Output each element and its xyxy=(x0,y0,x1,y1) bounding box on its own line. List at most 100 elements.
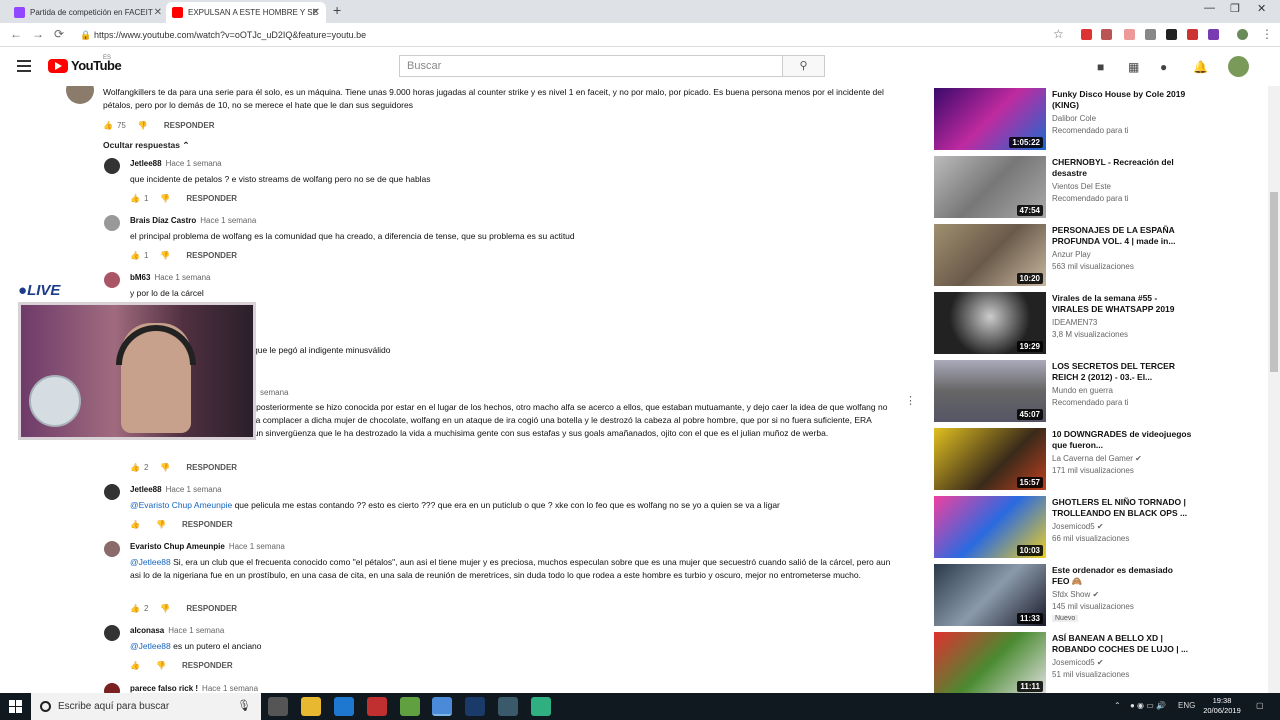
thumbs-up-icon[interactable]: 👍 xyxy=(103,121,113,130)
video-title[interactable]: PERSONAJES DE LA ESPAÑA PROFUNDA VOL. 4 … xyxy=(1052,225,1192,247)
tab-faceit[interactable]: Partida de competición en FACEIT ✕ xyxy=(8,2,168,23)
app-icon[interactable] xyxy=(367,697,387,716)
mention-link[interactable]: @Jetlee88 xyxy=(130,557,171,567)
video-thumbnail[interactable]: 10:20 xyxy=(934,224,1046,286)
menu-dots-icon[interactable]: ⋮ xyxy=(1261,27,1273,41)
video-title[interactable]: ASÍ BANEAN A BELLO XD | ROBANDO COCHES D… xyxy=(1052,633,1192,655)
channel-name[interactable]: La Caverna del Gamer ✔ xyxy=(1052,454,1142,463)
thumbs-up-icon[interactable]: 👍 xyxy=(130,251,140,260)
channel-name[interactable]: Vientos Del Este xyxy=(1052,182,1111,191)
minimize-icon[interactable]: — xyxy=(1204,2,1215,14)
video-title[interactable]: Funky Disco House by Cole 2019 (KING) xyxy=(1052,89,1192,111)
reply-button[interactable]: RESPONDER xyxy=(182,520,233,529)
avatar[interactable] xyxy=(104,158,120,174)
language-indicator[interactable]: ENG xyxy=(1178,701,1195,710)
file-explorer-icon[interactable] xyxy=(301,697,321,716)
channel-name[interactable]: Josemicod5 ✔ xyxy=(1052,658,1104,667)
thumbs-down-icon[interactable]: 👎 xyxy=(160,194,170,203)
back-icon[interactable]: ← xyxy=(10,27,22,41)
video-title[interactable]: GHOTLERS EL NIÑO TORNADO | TROLLEANDO EN… xyxy=(1052,497,1192,519)
video-thumbnail[interactable]: 45:07 xyxy=(934,360,1046,422)
close-icon[interactable]: ✕ xyxy=(154,2,162,23)
recommendation-item[interactable]: 11:33 Este ordenador es demasiado FEO 🙈 … xyxy=(934,562,1264,626)
app-icon[interactable] xyxy=(531,697,551,716)
taskbar-search-input[interactable]: Escribe aquí para buscar 🎙 xyxy=(31,693,261,720)
reply-button[interactable]: RESPONDER xyxy=(186,251,237,260)
windows-start-icon[interactable] xyxy=(9,700,22,713)
recommendation-item[interactable]: 45:07 LOS SECRETOS DEL TERCER REICH 2 (2… xyxy=(934,358,1264,422)
microphone-icon[interactable]: 🎙 xyxy=(237,693,251,720)
chrome-icon[interactable] xyxy=(432,697,452,716)
extension-icon[interactable] xyxy=(1124,29,1135,40)
new-tab-button[interactable]: + xyxy=(333,2,341,18)
channel-name[interactable]: Anzur Play xyxy=(1052,250,1091,259)
channel-name[interactable]: Dalibor Cole xyxy=(1052,114,1096,123)
search-button[interactable]: ⚲ xyxy=(782,55,825,77)
reply-button[interactable]: RESPONDER xyxy=(186,194,237,203)
video-thumbnail[interactable]: 19:29 xyxy=(934,292,1046,354)
extension-icon[interactable] xyxy=(1166,29,1177,40)
more-actions-icon[interactable]: ⋮ xyxy=(905,394,916,407)
avatar[interactable] xyxy=(104,683,120,693)
channel-name[interactable]: Josemicod5 ✔ xyxy=(1052,522,1104,531)
thumbs-up-icon[interactable]: 👍 xyxy=(130,520,140,529)
avatar[interactable] xyxy=(104,484,120,500)
thumbs-up-icon[interactable]: 👍 xyxy=(130,463,140,472)
reload-icon[interactable]: ⟳ xyxy=(54,27,64,41)
scrollbar-thumb[interactable] xyxy=(1270,192,1278,372)
extension-icon[interactable] xyxy=(1101,29,1112,40)
star-icon[interactable]: ☆ xyxy=(1053,27,1064,41)
video-title[interactable]: LOS SECRETOS DEL TERCER REICH 2 (2012) -… xyxy=(1052,361,1192,383)
thumbs-up-icon[interactable]: 👍 xyxy=(130,194,140,203)
close-window-icon[interactable]: ✕ xyxy=(1257,2,1266,15)
recommendation-item[interactable]: 1:05:22 Funky Disco House by Cole 2019 (… xyxy=(934,86,1264,150)
page-scrollbar[interactable] xyxy=(1268,86,1280,693)
thumbs-up-icon[interactable]: 👍 xyxy=(130,661,140,670)
extension-icon[interactable] xyxy=(1187,29,1198,40)
video-title[interactable]: Virales de la semana #55 - VIRALES DE WH… xyxy=(1052,293,1192,315)
reply-button[interactable]: RESPONDER xyxy=(182,661,233,670)
video-thumbnail[interactable]: 11:33 xyxy=(934,564,1046,626)
reply-button[interactable]: RESPONDER xyxy=(186,604,237,613)
video-thumbnail[interactable]: 11:11 xyxy=(934,632,1046,693)
video-thumbnail[interactable]: 15:57 xyxy=(934,428,1046,490)
channel-name[interactable]: IDEAMEN73 xyxy=(1052,318,1097,327)
avatar[interactable] xyxy=(1228,56,1249,77)
avatar[interactable] xyxy=(104,215,120,231)
recommendation-item[interactable]: 47:54 CHERNOBYL - Recreación del desastr… xyxy=(934,154,1264,218)
app-icon[interactable] xyxy=(498,697,518,716)
video-title[interactable]: 10 DOWNGRADES de videojuegos que fueron.… xyxy=(1052,429,1192,451)
forward-icon[interactable]: → xyxy=(32,27,44,41)
reply-author[interactable]: Jetlee88 Hace 1 semana xyxy=(130,485,222,494)
thumbs-down-icon[interactable]: 👎 xyxy=(156,661,166,670)
task-view-icon[interactable] xyxy=(268,697,288,716)
adblock-icon[interactable] xyxy=(1081,29,1092,40)
tray-chevron-icon[interactable]: ⌃ xyxy=(1114,701,1121,710)
thumbs-down-icon[interactable]: 👎 xyxy=(160,251,170,260)
hamburger-menu-icon[interactable] xyxy=(17,60,31,72)
video-thumbnail[interactable]: 47:54 xyxy=(934,156,1046,218)
avatar[interactable] xyxy=(104,541,120,557)
reply-author[interactable]: bM63 Hace 1 semana xyxy=(130,273,210,282)
channel-name[interactable]: Mundo en guerra xyxy=(1052,386,1113,395)
notifications-icon[interactable]: ▢ xyxy=(1256,701,1264,710)
recommendation-item[interactable]: 10:03 GHOTLERS EL NIÑO TORNADO | TROLLEA… xyxy=(934,494,1264,558)
recommendation-item[interactable]: 19:29 Virales de la semana #55 - VIRALES… xyxy=(934,290,1264,354)
tray-icons[interactable]: ● ◉ ▭ 🔊 xyxy=(1130,701,1166,710)
search-input[interactable]: Buscar xyxy=(399,55,783,77)
tab-youtube[interactable]: EXPULSAN A ESTE HOMBRE Y SE ✕ xyxy=(166,2,326,23)
recommendation-item[interactable]: 11:11 ASÍ BANEAN A BELLO XD | ROBANDO CO… xyxy=(934,630,1264,693)
edge-icon[interactable] xyxy=(334,697,354,716)
url-field[interactable]: 🔒 https://www.youtube.com/watch?v=oOTJc_… xyxy=(80,26,1080,44)
profile-icon[interactable] xyxy=(1237,29,1248,40)
reply-button[interactable]: RESPONDER xyxy=(186,463,237,472)
mention-link[interactable]: @Evaristo Chup Ameunpie xyxy=(130,500,232,510)
mention-link[interactable]: @Jetlee88 xyxy=(130,641,171,651)
reply-author[interactable]: Jetlee88 Hace 1 semana xyxy=(130,159,222,168)
extension-icon[interactable] xyxy=(1145,29,1156,40)
thumbs-down-icon[interactable]: 👎 xyxy=(160,604,170,613)
thumbs-down-icon[interactable]: 👎 xyxy=(156,520,166,529)
apps-grid-icon[interactable]: ▦ xyxy=(1128,60,1139,74)
video-title[interactable]: CHERNOBYL - Recreación del desastre xyxy=(1052,157,1192,179)
thumbs-up-icon[interactable]: 👍 xyxy=(130,604,140,613)
